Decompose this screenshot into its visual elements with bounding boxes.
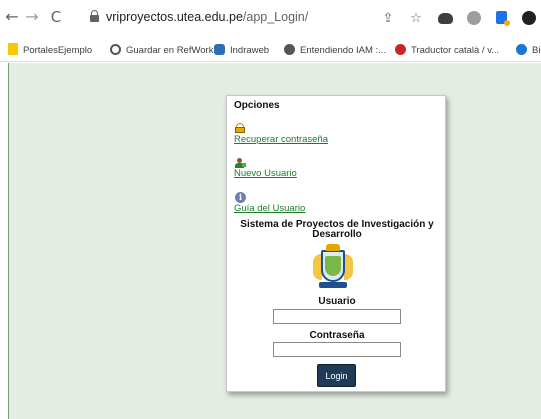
reload-button[interactable]: C xyxy=(47,8,65,26)
bookmark-label: Traductor català / v... xyxy=(411,45,500,56)
bookmark-refworks[interactable]: Guardar en RefWorks xyxy=(110,43,218,59)
share-icon[interactable]: ⇪ xyxy=(380,11,396,27)
iam-icon xyxy=(284,44,295,55)
username-label: Usuario xyxy=(318,296,356,307)
bookmark-label: Guardar en RefWorks xyxy=(126,45,219,56)
extension-icon[interactable] xyxy=(496,11,510,26)
url-path: /app_Login/ xyxy=(242,10,309,24)
bookmark-label: PortalesEjemplo xyxy=(23,45,93,56)
refworks-icon xyxy=(110,44,121,55)
info-icon: i xyxy=(235,192,246,203)
bookmark-indraweb[interactable]: Indraweb xyxy=(214,43,269,59)
indraweb-icon xyxy=(214,44,225,55)
padlock-icon xyxy=(235,123,245,133)
bookmark-portalesejemplo[interactable]: PortalesEjemplo xyxy=(8,43,92,59)
extension-icon[interactable] xyxy=(438,13,453,24)
new-user-icon xyxy=(235,158,246,168)
bookmarks-bar: PortalesEjemplo Guardar en RefWorks Indr… xyxy=(0,40,541,62)
login-button[interactable]: Login xyxy=(317,364,356,387)
options-title: Opciones xyxy=(234,100,280,111)
url-host: vriproyectos.utea.edu.pe xyxy=(106,10,243,24)
user-guide-link[interactable]: Guía del Usuario xyxy=(234,203,305,214)
university-crest-logo xyxy=(313,244,353,290)
bookmark-site[interactable]: Bien xyxy=(516,43,541,59)
folder-icon xyxy=(8,43,18,55)
extension-icon[interactable] xyxy=(522,11,536,25)
bookmark-label: Indraweb xyxy=(230,45,270,56)
browser-window: ← → C vriproyectos.utea.edu.pe/app_Login… xyxy=(0,0,541,419)
address-toolbar: ← → C vriproyectos.utea.edu.pe/app_Login… xyxy=(0,0,541,40)
bookmark-translator[interactable]: Traductor català / v... xyxy=(395,43,499,59)
bookmark-star-icon[interactable]: ☆ xyxy=(408,11,424,27)
bookmark-label: Bien xyxy=(532,45,541,56)
password-label: Contraseña xyxy=(309,330,365,341)
bookmark-label: Entendiendo IAM :... xyxy=(300,45,387,56)
recover-password-link[interactable]: Recuperar contraseña xyxy=(234,134,328,145)
bookmark-iam[interactable]: Entendiendo IAM :... xyxy=(284,43,386,59)
lock-icon[interactable] xyxy=(90,10,99,22)
site-icon xyxy=(516,44,527,55)
new-user-link[interactable]: Nuevo Usuario xyxy=(234,168,297,179)
url-text[interactable]: vriproyectos.utea.edu.pe/app_Login/ xyxy=(106,10,308,24)
extension-icon[interactable] xyxy=(467,11,481,25)
forward-button[interactable]: → xyxy=(23,8,41,26)
system-title: Sistema de Proyectos de Investigación y … xyxy=(240,219,434,240)
login-panel: Opciones Recuperar contraseña Nuevo Usua… xyxy=(226,95,446,392)
translator-icon xyxy=(395,44,406,55)
password-input[interactable] xyxy=(273,342,401,357)
username-input[interactable] xyxy=(273,309,401,324)
back-button[interactable]: ← xyxy=(3,8,21,26)
